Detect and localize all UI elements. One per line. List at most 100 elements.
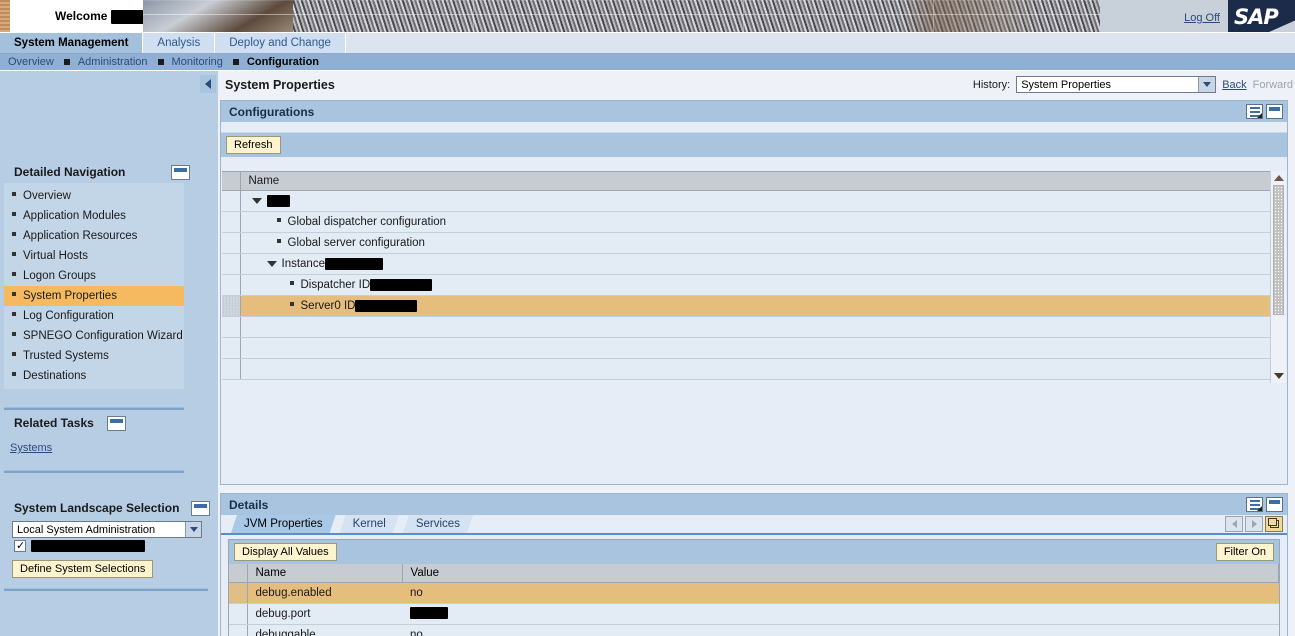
collapse-panel-icon[interactable] [1266,497,1283,512]
history-selected-value: System Properties [1021,79,1111,91]
subnav-item-administration[interactable]: Administration [78,56,148,68]
row-grip [222,316,240,337]
sidebar-item-application-resources[interactable]: Application Resources [4,226,184,246]
subnav-item-overview[interactable]: Overview [8,56,54,68]
table-row[interactable]: Dispatcher ID XXXXXXXX [222,274,1270,295]
sidebar-item-application-modules[interactable]: Application Modules [4,206,184,226]
personalize-icon[interactable] [1246,497,1263,512]
refresh-button[interactable]: Refresh [226,136,281,154]
tab-system-management[interactable]: System Management [0,33,143,53]
tree-node-root[interactable]: XXX [242,195,1270,207]
bullet-icon [12,212,16,216]
sidebar-item-destinations[interactable]: Destinations [4,366,184,386]
property-value: no [402,582,1279,603]
sidebar-item-logon-groups[interactable]: Logon Groups [4,266,184,286]
sidebar-item-label: Log Configuration [23,310,114,322]
table-row-empty [222,337,1270,358]
table-row[interactable]: Instance IDXXXXXX [222,253,1270,274]
details-panel-title: Details [229,498,268,512]
table-row[interactable]: XXX [222,190,1270,211]
sidebar-item-system-properties[interactable]: System Properties [4,286,184,306]
row-grip[interactable] [222,190,240,211]
system-landscape-select[interactable]: Local System Administration [12,521,202,538]
row-grip[interactable] [222,274,240,295]
table-row[interactable]: debug.enabled no [229,582,1279,603]
tree-node-dispatcher[interactable]: Dispatcher ID XXXXXXXX [242,279,1270,291]
tab-kernel[interactable]: Kernel [340,515,399,533]
expand-triangle-icon[interactable] [267,261,277,267]
sidebar-item-virtual-hosts[interactable]: Virtual Hosts [4,246,184,266]
table-row[interactable]: debuggable no [229,624,1279,636]
column-header-value: Value [402,564,1279,582]
tree-vertical-scrollbar[interactable] [1270,171,1286,383]
sidebar-item-spnego-configuration-wizard[interactable]: SPNEGO Configuration Wizard [4,326,184,346]
detailed-navigation-collapse-icon[interactable] [171,165,190,180]
sidebar-item-trusted-systems[interactable]: Trusted Systems [4,346,184,366]
tree-node-global-server-configuration[interactable]: Global server configuration [242,237,1270,249]
property-name: debuggable [247,624,402,636]
related-tasks-collapse-icon[interactable] [107,416,126,431]
chevron-left-icon [1232,520,1237,528]
log-off-link[interactable]: Log Off [1184,12,1220,24]
tab-jvm-properties[interactable]: JVM Properties [231,515,336,533]
bullet-icon [277,218,281,222]
row-grip[interactable] [222,232,240,253]
masthead-banner-image [143,0,1177,33]
tab-overview-button[interactable] [1265,516,1283,532]
table-row[interactable]: Global dispatcher configuration [222,211,1270,232]
chevron-down-icon[interactable] [185,522,201,537]
bullet-icon [12,232,16,236]
system-landscape-collapse-icon[interactable] [191,501,210,516]
system-landscape-checkbox[interactable] [14,540,26,552]
history-back-link[interactable]: Back [1222,79,1246,91]
configurations-panel-header: Configurations [221,101,1287,122]
details-body: Display All Values Filter On Name Value [221,535,1287,636]
subnav-item-monitoring[interactable]: Monitoring [172,56,223,68]
define-system-selections-button[interactable]: Define System Selections [12,560,153,578]
configurations-panel-title: Configurations [229,105,314,119]
scroll-up-arrow-icon[interactable] [1274,171,1284,185]
subnav-separator-icon [158,59,164,65]
row-grip[interactable] [222,211,240,232]
property-name: debug.port [247,603,402,624]
tree-node-label: Server0 ID [301,300,356,312]
details-panel-icons [1246,497,1283,512]
scrollbar-thumb[interactable] [1273,185,1284,315]
sidebar-item-log-configuration[interactable]: Log Configuration [4,306,184,326]
subnav-item-configuration[interactable]: Configuration [247,56,319,68]
tree-node-server0[interactable]: Server0 ID XXXXXXXX [242,300,1270,312]
sidebar-collapse-handle[interactable] [200,75,216,93]
related-tasks-panel: Related Tasks Systems [4,412,196,473]
row-grip[interactable] [222,295,240,316]
tab-analysis[interactable]: Analysis [143,33,215,53]
filter-on-button[interactable]: Filter On [1216,543,1274,561]
body-area: Detailed Navigation Overview Application… [0,71,1295,636]
system-landscape-selected-value: Local System Administration [17,524,155,536]
row-grip[interactable] [222,253,240,274]
collapse-panel-icon[interactable] [1266,104,1283,119]
bullet-icon [12,272,16,276]
tree-node-global-dispatcher-configuration[interactable]: Global dispatcher configuration [242,216,1270,228]
row-grip[interactable] [229,603,247,624]
tree-node-instance[interactable]: Instance IDXXXXXX [242,258,1270,270]
details-table-frame: Display All Values Filter On Name Value [228,539,1280,636]
scroll-down-arrow-icon[interactable] [1274,369,1284,383]
display-all-values-button[interactable]: Display All Values [234,543,337,561]
row-grip[interactable] [229,624,247,636]
sidebar-item-overview[interactable]: Overview [4,186,184,206]
expand-triangle-icon[interactable] [252,198,262,204]
history-select[interactable]: System Properties [1016,76,1216,93]
windows-overlap-icon [1270,520,1279,528]
detailed-navigation-header: Detailed Navigation [4,161,196,183]
tab-services[interactable]: Services [403,515,473,533]
table-row[interactable]: Server0 ID XXXXXXXX [222,295,1270,316]
table-row[interactable]: debug.port XXXXX [229,603,1279,624]
tab-deploy-and-change[interactable]: Deploy and Change [215,33,346,53]
row-grip[interactable] [229,582,247,603]
personalize-icon[interactable] [1246,104,1263,119]
related-task-link-systems[interactable]: Systems [4,442,196,454]
chevron-down-icon[interactable] [1198,77,1215,92]
bullet-icon [12,332,16,336]
table-row[interactable]: Global server configuration [222,232,1270,253]
configurations-tree-wrap: Name XXX [222,171,1270,380]
